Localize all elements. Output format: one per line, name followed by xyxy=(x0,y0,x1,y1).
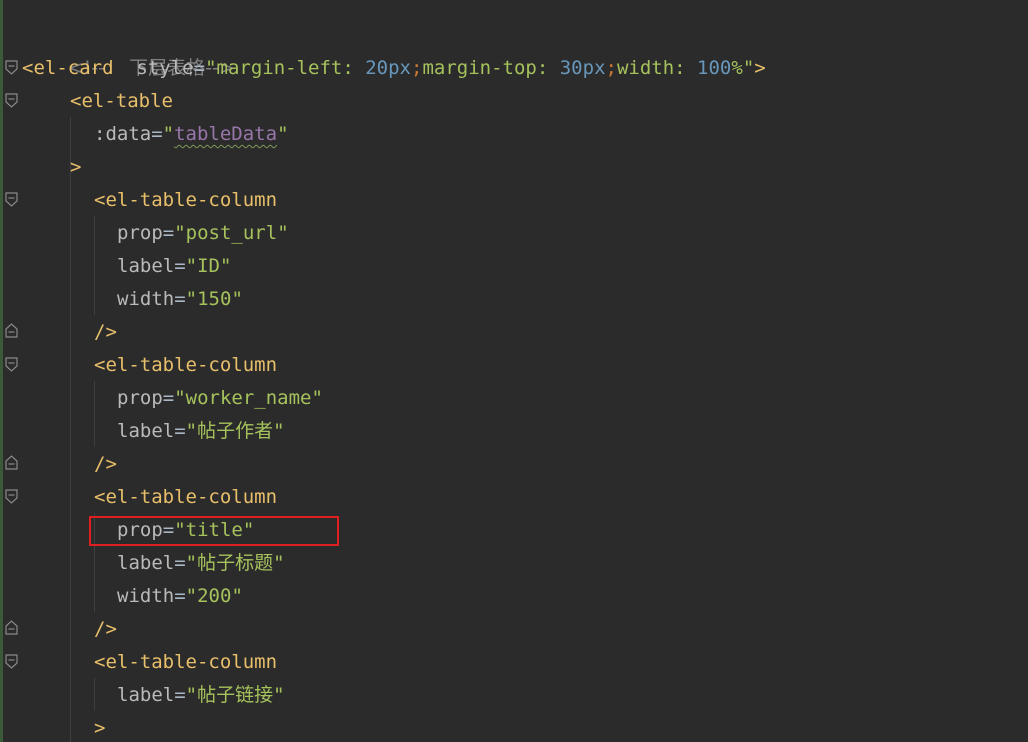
indent-guide xyxy=(94,216,95,315)
attribute-name: prop xyxy=(117,387,163,409)
attribute-name: style xyxy=(136,57,194,79)
tag-end: > xyxy=(94,717,106,739)
semicolon: ; xyxy=(605,57,617,79)
fold-close-icon[interactable] xyxy=(5,620,18,635)
unit: px xyxy=(388,57,411,79)
fold-open-icon[interactable] xyxy=(5,654,18,669)
attribute-value: 帖子标题 xyxy=(197,552,274,574)
code-line[interactable]: label="帖子作者" xyxy=(117,415,285,448)
editor-gutter xyxy=(0,0,22,742)
attribute-name: prop xyxy=(117,222,163,244)
unit: px xyxy=(582,57,606,79)
attribute-value: post_url xyxy=(185,222,278,244)
attribute-value: 帖子链接 xyxy=(197,684,274,706)
code-line[interactable]: <el-table-column xyxy=(94,349,277,382)
unit: % xyxy=(731,57,743,79)
indent-guide xyxy=(94,381,95,447)
code-line[interactable]: > xyxy=(94,712,105,742)
code-line[interactable]: <el-card style="margin-left: 20px;margin… xyxy=(22,52,766,85)
attribute-name: label xyxy=(117,420,175,442)
tag-name: <el-table-column xyxy=(94,354,278,376)
attribute-name: width xyxy=(117,585,175,607)
code-line[interactable]: <!-- 下层表格--> xyxy=(22,19,235,79)
code-line[interactable]: <el-table xyxy=(70,85,173,118)
semicolon: ; xyxy=(411,57,423,79)
fold-open-icon[interactable] xyxy=(5,93,18,108)
tag-end: > xyxy=(754,57,766,79)
tag-name: <el-card xyxy=(22,57,114,79)
code-line[interactable]: label="ID" xyxy=(117,250,231,283)
tag-end: /> xyxy=(94,453,117,475)
tag-end: /> xyxy=(94,618,117,640)
code-line[interactable]: prop="post_url" xyxy=(117,217,289,250)
attribute-value: tableData xyxy=(174,123,278,145)
code-line[interactable]: width="200" xyxy=(117,580,243,613)
tag-name: <el-table-column xyxy=(94,486,278,508)
code-editor[interactable]: <!-- 下层表格--> <el-card style="margin-left… xyxy=(0,0,1028,742)
code-line[interactable]: label="帖子标题" xyxy=(117,547,285,580)
string-close: " xyxy=(742,57,755,79)
fold-open-icon[interactable] xyxy=(5,357,18,372)
string-open: "margin-left: xyxy=(205,57,366,79)
attribute-name: width xyxy=(117,288,175,310)
attribute-name: :data xyxy=(94,123,152,145)
code-line[interactable]: width="150" xyxy=(117,283,243,316)
code-line[interactable]: label="帖子链接" xyxy=(117,679,285,712)
tag-name: <el-table-column xyxy=(94,651,278,673)
indent-guide xyxy=(94,678,95,711)
attribute-name: label xyxy=(117,255,175,277)
tag-name: <el-table-column xyxy=(94,189,278,211)
code-line[interactable]: <el-table-column xyxy=(94,646,277,679)
tag-end: /> xyxy=(94,321,117,343)
fold-open-icon[interactable] xyxy=(5,192,18,207)
code-line[interactable]: <el-table-column xyxy=(94,184,277,217)
number-value: 100 xyxy=(697,57,732,79)
fold-close-icon[interactable] xyxy=(5,323,18,338)
code-line[interactable]: :data="tableData" xyxy=(94,118,289,151)
number-value: 30 xyxy=(559,57,583,79)
attribute-name: label xyxy=(117,684,175,706)
indent-guide xyxy=(70,117,71,742)
code-line[interactable]: /> xyxy=(94,316,117,349)
css-property: width: xyxy=(616,57,698,79)
attribute-value: worker_name xyxy=(185,387,312,409)
code-line[interactable]: > xyxy=(70,151,81,184)
fold-open-icon[interactable] xyxy=(5,489,18,504)
code-line[interactable]: /> xyxy=(94,613,117,646)
fold-open-icon[interactable] xyxy=(5,60,18,75)
tag-name: <el-table xyxy=(70,90,173,112)
code-line[interactable]: /> xyxy=(94,448,117,481)
number-value: 20 xyxy=(365,57,389,79)
fold-close-icon[interactable] xyxy=(5,455,18,470)
code-line[interactable]: <el-table-column xyxy=(94,481,277,514)
tag-end: > xyxy=(70,156,82,178)
attribute-value: 200 xyxy=(197,585,232,607)
highlight-box xyxy=(89,516,339,546)
code-line[interactable]: prop="worker_name" xyxy=(117,382,323,415)
css-property: margin-top: xyxy=(422,57,560,79)
attribute-value: 帖子作者 xyxy=(197,420,274,442)
attribute-value: ID xyxy=(197,255,220,277)
attribute-name: label xyxy=(117,552,175,574)
attribute-value: 150 xyxy=(197,288,232,310)
